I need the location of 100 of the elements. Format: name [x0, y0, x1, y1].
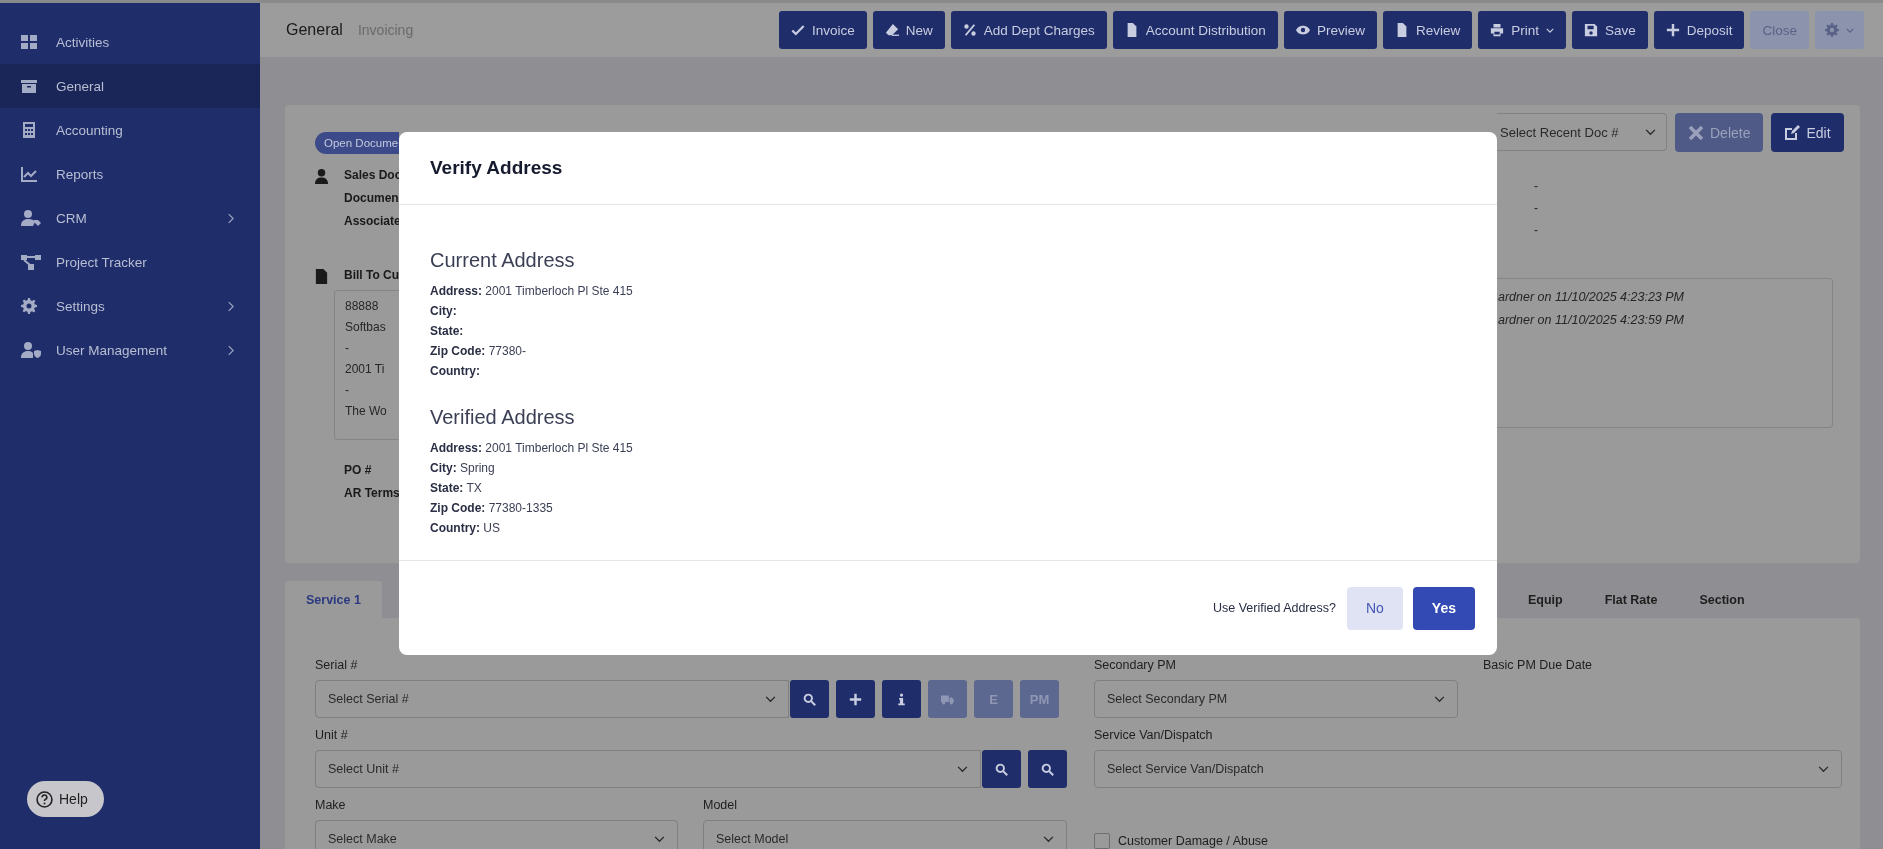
help-button[interactable]: Help	[27, 781, 104, 817]
recent-doc-select[interactable]: Select Recent Doc #	[1497, 113, 1667, 151]
eye-icon	[1295, 23, 1310, 37]
page-title: General	[286, 21, 343, 39]
note-line: ardner on 11/10/2025 4:23:23 PM	[1498, 289, 1686, 305]
calculator-icon	[21, 122, 37, 138]
serial-select[interactable]: Select Serial #	[315, 680, 789, 718]
percent-icon	[962, 23, 977, 37]
settings-icon	[1825, 23, 1839, 37]
section-heading: Current Address	[430, 249, 576, 272]
tab[interactable]: Section	[1678, 581, 1766, 618]
sidebar-item[interactable]: Settings	[0, 284, 260, 328]
address-field: State: TX	[430, 480, 1466, 497]
toolbar-button[interactable]: Preview	[1283, 11, 1377, 49]
dialog-title: Verify Address	[430, 157, 563, 179]
toolbar-button[interactable]: Review	[1382, 11, 1473, 49]
chevron-down-icon	[1818, 765, 1829, 773]
field-label: Bill To Cu	[344, 267, 400, 284]
sidebar-item[interactable]: General	[0, 64, 260, 108]
field-label: Unit #	[315, 728, 349, 743]
field-value: -	[1534, 222, 1539, 238]
search-button[interactable]	[982, 750, 1021, 788]
chevron-down-icon	[654, 835, 665, 843]
toolbar-button[interactable]: Deposit	[1653, 11, 1745, 49]
chevron-down-icon	[1043, 835, 1054, 843]
chevron-down-icon	[765, 695, 776, 703]
action-button[interactable]: Edit	[1771, 113, 1844, 152]
toolbar-button[interactable]: Account Distribution	[1112, 11, 1278, 49]
address-field: Zip Code: 77380-	[430, 343, 1466, 360]
sidebar-item[interactable]: Project Tracker	[0, 240, 260, 284]
chevron-right-icon	[227, 300, 234, 312]
info-icon	[895, 692, 908, 706]
field-label: Associate	[344, 213, 402, 229]
sidebar-item[interactable]: CRM	[0, 196, 260, 240]
checkbox-label: Customer Damage / Abuse	[1118, 834, 1269, 848]
caret-icon	[1545, 27, 1554, 33]
address-line: 88888	[345, 299, 380, 313]
toolbar-button[interactable]: New	[872, 11, 945, 49]
checkbox[interactable]	[1094, 833, 1110, 849]
field-label: Make	[315, 798, 347, 813]
toolbar-button[interactable]: Invoice	[778, 11, 867, 49]
icon-button[interactable]	[836, 680, 875, 718]
search-icon	[803, 692, 816, 706]
chevron-right-icon	[227, 344, 234, 356]
field-label: Service Van/Dispatch	[1094, 728, 1214, 743]
question-circle-icon	[36, 790, 53, 808]
plus-icon	[1665, 23, 1680, 37]
gear-icon	[21, 298, 37, 314]
check-icon	[790, 23, 805, 37]
sidebar-item[interactable]: Activities	[0, 20, 260, 64]
section-heading: Verified Address	[430, 406, 576, 429]
search-button[interactable]	[1028, 750, 1067, 788]
x-icon	[1688, 124, 1704, 141]
field-value: -	[1534, 178, 1539, 194]
field-label: Basic PM Due Date	[1483, 658, 1593, 673]
address-field: Zip Code: 77380-1335	[430, 500, 1466, 517]
icon-button[interactable]	[882, 680, 921, 718]
field-label: Model	[703, 798, 739, 813]
address-field: Country: US	[430, 520, 1466, 537]
address-line: Softbas	[345, 320, 387, 334]
printer-icon	[1490, 23, 1505, 37]
line-chart-icon	[21, 166, 37, 182]
make-select[interactable]: Select Make	[315, 820, 678, 849]
field-label: Serial #	[315, 658, 359, 673]
address-field: Country:	[430, 363, 1466, 380]
user-tag-icon	[21, 210, 41, 226]
address-field: City:	[430, 303, 1466, 320]
sidebar-item[interactable]: Reports	[0, 152, 260, 196]
toolbar-button[interactable]: Print	[1478, 11, 1566, 49]
caret-icon	[1846, 27, 1854, 33]
note-line: ardner on 11/10/2025 4:23:59 PM	[1498, 312, 1686, 328]
grid-icon	[21, 34, 37, 50]
unit-select[interactable]: Select Unit #	[315, 750, 981, 788]
icon-button[interactable]	[790, 680, 829, 718]
service-van-select[interactable]: Select Service Van/Dispatch	[1094, 750, 1842, 788]
sidebar-item[interactable]: User Management	[0, 328, 260, 372]
field-label: Secondary PM	[1094, 658, 1177, 673]
dialog-question: Use Verified Address?	[1212, 601, 1336, 615]
field-label: Documen	[344, 190, 400, 206]
toolbar-button[interactable]: Save	[1571, 11, 1648, 49]
address-field: State:	[430, 323, 1466, 340]
decline-button[interactable]: No	[1346, 586, 1403, 630]
field-value: -	[1534, 200, 1539, 216]
flowchart-icon	[21, 254, 41, 270]
sidebar-item[interactable]: Accounting	[0, 108, 260, 152]
secondary-pm-select[interactable]: Select Secondary PM	[1094, 680, 1458, 718]
field-label: PO #	[344, 462, 373, 478]
tab[interactable]: Flat Rate	[1583, 581, 1679, 618]
tab[interactable]: Equip	[1506, 581, 1584, 618]
tab[interactable]: Service 1	[285, 581, 382, 618]
status-badge: Open Docume	[315, 132, 399, 154]
confirm-button[interactable]: Yes	[1412, 586, 1475, 630]
chevron-right-icon	[227, 212, 234, 224]
toolbar-button[interactable]: Add Dept Charges	[950, 11, 1107, 49]
model-select[interactable]: Select Model	[703, 820, 1067, 849]
user-icon	[315, 169, 328, 184]
address-line: -	[345, 383, 350, 397]
field-label: AR Terms	[344, 485, 401, 501]
address-line: -	[345, 341, 350, 355]
chevron-down-icon	[1645, 128, 1656, 136]
